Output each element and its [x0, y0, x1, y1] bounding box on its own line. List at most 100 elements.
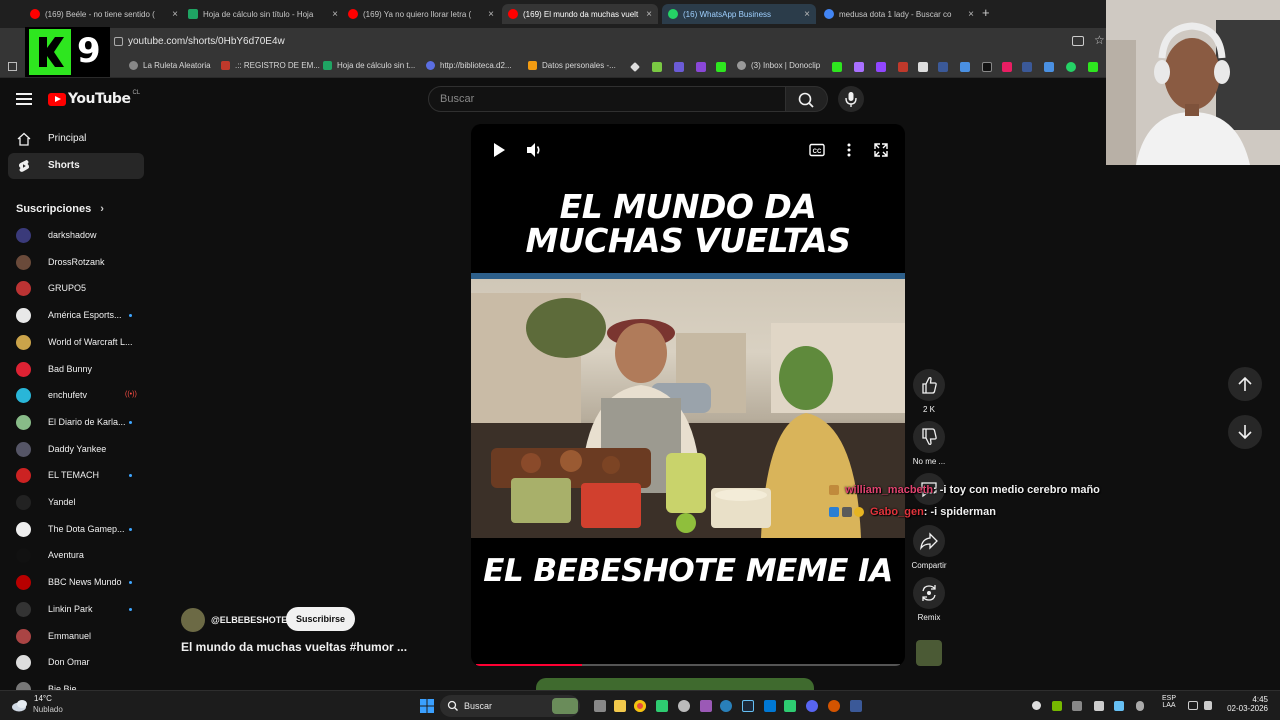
bookmark-item[interactable]: (3) Inbox | Donoclip: [737, 61, 820, 70]
bookmark-item[interactable]: Hoja de cálculo sin t...: [323, 61, 415, 70]
youtube-logo[interactable]: YouTube CL: [48, 90, 140, 107]
sidebar-item-principal[interactable]: Principal: [8, 126, 144, 152]
bookmark-shortcut-icon[interactable]: [630, 62, 640, 72]
bookmark-shortcut-icon[interactable]: [982, 62, 992, 72]
tray-app-icon[interactable]: [1094, 701, 1104, 711]
search-button[interactable]: [786, 86, 828, 112]
remix-button[interactable]: [913, 577, 945, 609]
play-icon[interactable]: [489, 140, 509, 160]
dislike-button[interactable]: [913, 421, 945, 453]
taskbar-app-icon[interactable]: [656, 700, 668, 712]
tab-close-icon[interactable]: ×: [968, 9, 974, 20]
bookmark-star-icon[interactable]: ☆: [1094, 33, 1105, 47]
twitch-bookmark-icon[interactable]: [876, 62, 886, 72]
next-short-preview[interactable]: [536, 678, 814, 690]
bookmark-shortcut-icon[interactable]: [960, 62, 970, 72]
subscription-item[interactable]: Daddy Yankee: [16, 439, 146, 459]
subscription-item[interactable]: enchufetv ((•)): [16, 385, 146, 405]
bookmark-shortcut-icon[interactable]: [1088, 62, 1098, 72]
subscription-item[interactable]: Bad Bunny: [16, 359, 146, 379]
share-button[interactable]: [913, 525, 945, 557]
browser-tab[interactable]: medusa dota 1 lady - Buscar co ×: [824, 4, 974, 24]
search-input[interactable]: Buscar: [428, 86, 786, 112]
sidebar-item-shorts[interactable]: Shorts: [8, 153, 144, 179]
steam-tray-icon[interactable]: [1114, 701, 1124, 711]
closed-captions-icon[interactable]: CC: [807, 140, 827, 160]
twitch-bookmark-icon[interactable]: [854, 62, 864, 72]
network-icon[interactable]: [1188, 701, 1198, 710]
browser-tab[interactable]: (169) Ya no quiero llorar letra ( ×: [348, 4, 494, 24]
steam-icon[interactable]: [742, 700, 754, 712]
bookmark-item[interactable]: .:: REGISTRO DE EM...: [221, 61, 320, 70]
subscription-item[interactable]: GRUPO5: [16, 278, 146, 298]
tab-close-icon[interactable]: ×: [172, 9, 178, 20]
bookmark-shortcut-icon[interactable]: [938, 62, 948, 72]
taskbar-app-icon[interactable]: [850, 700, 862, 712]
video-progress-bar[interactable]: [476, 664, 900, 666]
apps-grid-icon[interactable]: [8, 62, 17, 71]
subscription-item[interactable]: World of Warcraft L...: [16, 332, 146, 352]
whatsapp-bookmark-icon[interactable]: [1066, 62, 1076, 72]
voice-search-button[interactable]: [838, 86, 864, 112]
chrome-icon[interactable]: [634, 700, 646, 712]
url-field[interactable]: youtube.com/shorts/0HbY6d70E4w: [128, 36, 285, 47]
subscription-item[interactable]: Emmanuel: [16, 626, 146, 646]
bookmark-shortcut-icon[interactable]: [1044, 62, 1054, 72]
channel-avatar[interactable]: [181, 608, 205, 632]
taskbar-app-icon[interactable]: [784, 700, 796, 712]
channel-name[interactable]: @ELBEBESHOTE: [211, 615, 287, 625]
browser-tab-active[interactable]: (169) El mundo da muchas vuelt ×: [502, 4, 658, 24]
subscription-item[interactable]: BBC News Mundo: [16, 572, 146, 592]
short-title[interactable]: El mundo da muchas vueltas #humor ...: [181, 640, 407, 654]
file-explorer-icon[interactable]: [614, 700, 626, 712]
bookmark-shortcut-icon[interactable]: [918, 62, 928, 72]
tab-close-icon[interactable]: ×: [646, 9, 652, 20]
tab-close-icon[interactable]: ×: [804, 9, 810, 20]
browser-tab[interactable]: (16) WhatsApp Business ×: [662, 4, 816, 24]
weather-description[interactable]: Nublado: [33, 705, 63, 714]
subscription-item[interactable]: El Diario de Karla...: [16, 412, 146, 432]
like-button[interactable]: [913, 369, 945, 401]
kick-bookmark-icon[interactable]: [716, 62, 726, 72]
bookmark-item[interactable]: http://biblioteca.d2...: [426, 61, 512, 70]
subscription-item[interactable]: DrossRotzank: [16, 252, 146, 272]
bookmark-shortcut-icon[interactable]: [1022, 62, 1032, 72]
new-tab-button[interactable]: +: [982, 5, 990, 20]
discord-icon[interactable]: [806, 700, 818, 712]
bookmark-shortcut-icon[interactable]: [674, 62, 684, 72]
site-info-icon[interactable]: [114, 37, 123, 46]
taskbar-app-icon[interactable]: [828, 700, 840, 712]
nvidia-tray-icon[interactable]: [1052, 701, 1062, 711]
language-indicator[interactable]: ESP LAA: [1160, 695, 1178, 709]
speaker-icon[interactable]: [1204, 701, 1212, 710]
subscription-item[interactable]: The Dota Gamep...: [16, 519, 146, 539]
subscription-item[interactable]: Yandel: [16, 492, 146, 512]
sound-thumbnail[interactable]: [916, 640, 942, 666]
fullscreen-icon[interactable]: [871, 140, 891, 160]
bookmark-shortcut-icon[interactable]: [832, 62, 842, 72]
bookmark-item[interactable]: La Ruleta Aleatoria: [129, 61, 211, 70]
subscribe-button[interactable]: Suscribirse: [286, 607, 355, 631]
taskbar-app-icon[interactable]: [720, 700, 732, 712]
bookmark-item[interactable]: Datos personales -...: [528, 61, 616, 70]
taskbar-app-icon[interactable]: [678, 700, 690, 712]
tab-close-icon[interactable]: ×: [488, 9, 494, 20]
more-options-icon[interactable]: [839, 140, 859, 160]
taskbar-app-icon[interactable]: [700, 700, 712, 712]
previous-short-button[interactable]: [1228, 367, 1262, 401]
next-short-button[interactable]: [1228, 415, 1262, 449]
tab-close-icon[interactable]: ×: [332, 9, 338, 20]
windows-start-icon[interactable]: [420, 699, 434, 713]
menu-icon[interactable]: [16, 91, 32, 107]
bookmark-shortcut-icon[interactable]: [898, 62, 908, 72]
tray-app-icon[interactable]: [1032, 701, 1041, 710]
clock[interactable]: 4:45 02-03-2026: [1220, 695, 1268, 713]
microphone-tray-icon[interactable]: [1136, 701, 1144, 711]
tray-app-icon[interactable]: [1072, 701, 1082, 711]
subscription-item[interactable]: Aventura: [16, 545, 146, 565]
shorts-video-player[interactable]: CC EL MUNDO DA MUCHAS VUELTAS EL BEBESHO…: [471, 124, 905, 666]
weather-temperature[interactable]: 14°C: [34, 694, 52, 703]
bookmark-shortcut-icon[interactable]: [696, 62, 706, 72]
subscription-item[interactable]: Linkin Park: [16, 599, 146, 619]
subscription-item[interactable]: EL TEMACH: [16, 465, 146, 485]
